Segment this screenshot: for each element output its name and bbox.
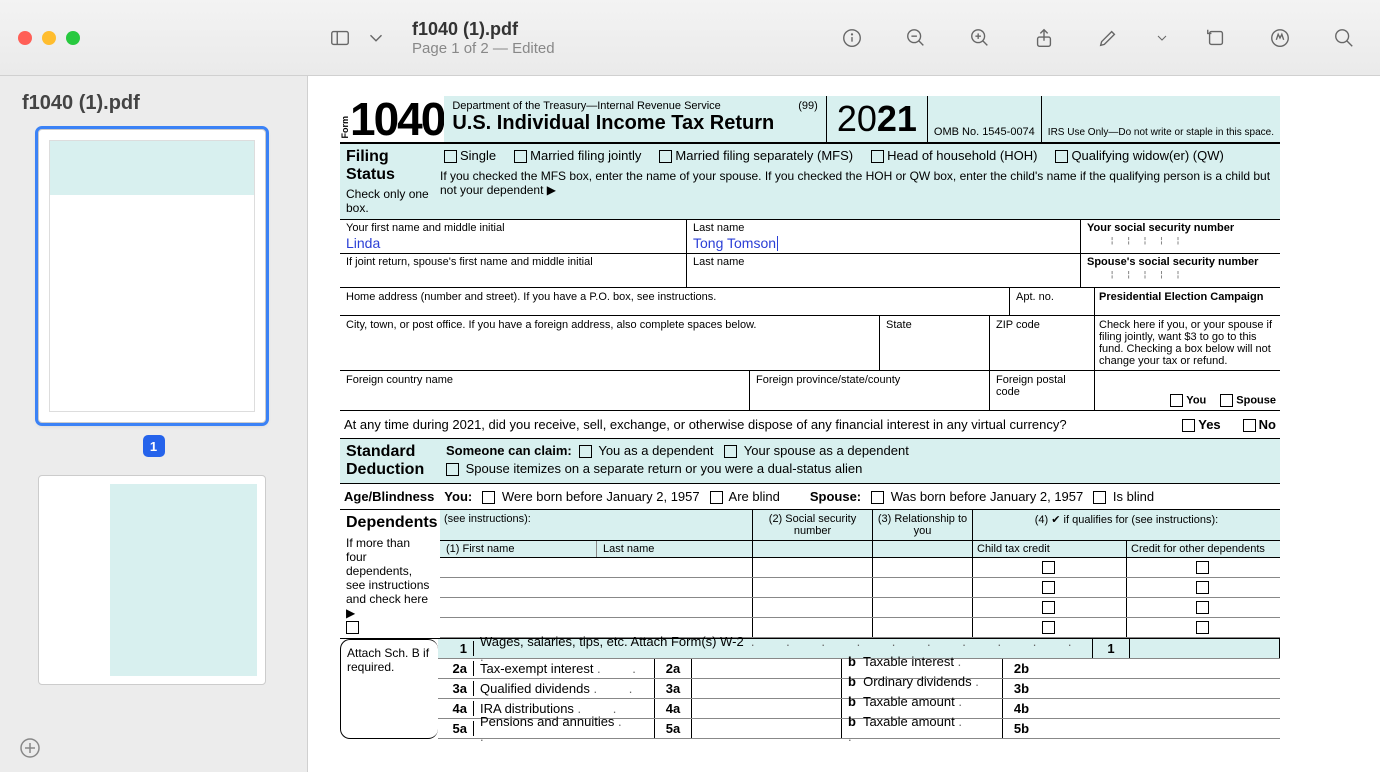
minimize-window-icon[interactable] <box>42 31 56 45</box>
checkbox-spouse-born[interactable] <box>871 491 884 504</box>
form-number: 1040 <box>350 96 444 142</box>
dependents-heading: Dependents <box>346 514 438 531</box>
zoom-out-icon[interactable] <box>898 20 934 56</box>
checkbox-you-blind[interactable] <box>710 491 723 504</box>
income-line-5a[interactable]: 5aPensions and annuities . .5ab Taxable … <box>438 719 1280 739</box>
filing-status-note: Check only one box. <box>346 187 434 215</box>
foreign-country-label[interactable]: Foreign country name <box>340 371 749 410</box>
checkbox-qw[interactable] <box>1055 150 1068 163</box>
page-number-badge: 1 <box>143 435 165 457</box>
spouse-ssn-label: Spouse's social security number <box>1087 256 1274 268</box>
city-label[interactable]: City, town, or post office. If you have … <box>340 316 879 370</box>
dep-col-rel: (3) Relationship to you <box>872 510 972 540</box>
checkbox-spouse-blind[interactable] <box>1093 491 1106 504</box>
page-thumbnail-2[interactable] <box>38 475 266 685</box>
last-name-label: Last name <box>693 222 1074 234</box>
zoom-in-icon[interactable] <box>962 20 998 56</box>
checkbox-vc-yes[interactable] <box>1182 419 1195 432</box>
checkbox-dep1-ctc[interactable] <box>1042 561 1055 574</box>
close-window-icon[interactable] <box>18 31 32 45</box>
checkbox-pec-you[interactable] <box>1170 394 1183 407</box>
pec-text: Check here if you, or your spouse if fil… <box>1094 316 1280 370</box>
state-label[interactable]: State <box>879 316 989 370</box>
checkbox-dep4-other[interactable] <box>1196 621 1209 634</box>
standard-deduction-heading: Standard Deduction <box>340 439 440 483</box>
sidebar-toggle-button[interactable] <box>322 20 358 56</box>
omb-number: OMB No. 1545-0074 <box>928 96 1042 142</box>
first-name-field[interactable]: Linda <box>346 234 680 251</box>
foreign-postal-label[interactable]: Foreign postal code <box>989 371 1094 410</box>
filing-status-heading: Filing Status <box>346 148 395 183</box>
tax-year: 2021 <box>826 96 928 142</box>
pec-heading: Presidential Election Campaign <box>1099 291 1263 303</box>
dependents-more: If more than four dependents, see instru… <box>346 536 434 620</box>
checkbox-itemize[interactable] <box>446 463 459 476</box>
titlebar: f1040 (1).pdf Page 1 of 2 — Edited <box>0 0 1380 76</box>
checkbox-you-dependent[interactable] <box>579 445 592 458</box>
checkbox-dep1-other[interactable] <box>1196 561 1209 574</box>
checkbox-dep2-ctc[interactable] <box>1042 581 1055 594</box>
document-subtitle: Page 1 of 2 — Edited <box>412 40 834 57</box>
fullscreen-window-icon[interactable] <box>66 31 80 45</box>
zip-label[interactable]: ZIP code <box>989 316 1094 370</box>
spouse-last-label: Last name <box>693 256 1074 268</box>
sidebar-title: f1040 (1).pdf <box>22 92 285 115</box>
checkbox-dep2-other[interactable] <box>1196 581 1209 594</box>
dep-col-ssn: (2) Social security number <box>752 510 872 540</box>
document-page[interactable]: Form 1040 Department of the Treasury—Int… <box>308 76 1380 772</box>
sidebar-dropdown-icon[interactable] <box>358 20 394 56</box>
highlight-icon[interactable] <box>1262 20 1298 56</box>
checkbox-more-dependents[interactable] <box>346 621 359 634</box>
page-thumbnail-1[interactable] <box>38 129 266 423</box>
spouse-first-label: If joint return, spouse's first name and… <box>346 256 680 268</box>
rotate-icon[interactable] <box>1198 20 1234 56</box>
first-name-label: Your first name and middle initial <box>346 222 680 234</box>
thumbnail-sidebar: f1040 (1).pdf 1 <box>0 76 308 772</box>
spouse-ssn-field[interactable]: ¦ ¦ ¦ ¦ ¦ <box>1087 268 1274 279</box>
add-page-icon[interactable] <box>18 736 42 760</box>
checkbox-dep3-ctc[interactable] <box>1042 601 1055 614</box>
form-label: Form <box>340 112 350 143</box>
dep-col-qual: (4) ✔ if qualifies for (see instructions… <box>972 510 1280 540</box>
dept-text: Department of the Treasury—Internal Reve… <box>452 100 720 112</box>
spouse-first-field[interactable] <box>346 268 680 285</box>
info-icon[interactable] <box>834 20 870 56</box>
dependent-row-3[interactable] <box>440 598 1280 618</box>
checkbox-mfj[interactable] <box>514 150 527 163</box>
checkbox-single[interactable] <box>444 150 457 163</box>
form-title: U.S. Individual Income Tax Return <box>452 112 817 135</box>
checkbox-vc-no[interactable] <box>1243 419 1256 432</box>
markup-dropdown-icon[interactable] <box>1154 20 1170 56</box>
foreign-province-label[interactable]: Foreign province/state/county <box>749 371 989 410</box>
ssn-field[interactable]: ¦ ¦ ¦ ¦ ¦ <box>1087 234 1274 245</box>
ssn-label: Your social security number <box>1087 222 1274 234</box>
filing-instruction: If you checked the MFS box, enter the na… <box>440 167 1280 201</box>
attach-note: Attach Sch. B if required. <box>340 639 438 739</box>
share-icon[interactable] <box>1026 20 1062 56</box>
virtual-currency-question: At any time during 2021, did you receive… <box>344 417 1067 432</box>
apt-label[interactable]: Apt. no. <box>1009 288 1094 315</box>
code-99: (99) <box>798 100 818 112</box>
home-address-label[interactable]: Home address (number and street). If you… <box>340 288 1009 315</box>
last-name-field[interactable]: Tong Tomson <box>693 234 1074 251</box>
age-blindness-heading: Age/Blindness <box>344 489 434 504</box>
dependent-row-1[interactable] <box>440 558 1280 578</box>
checkbox-mfs[interactable] <box>659 150 672 163</box>
search-icon[interactable] <box>1326 20 1362 56</box>
checkbox-dep3-other[interactable] <box>1196 601 1209 614</box>
checkbox-you-born[interactable] <box>482 491 495 504</box>
checkbox-spouse-dependent[interactable] <box>724 445 737 458</box>
markup-icon[interactable] <box>1090 20 1126 56</box>
dependent-row-2[interactable] <box>440 578 1280 598</box>
checkbox-dep4-ctc[interactable] <box>1042 621 1055 634</box>
checkbox-pec-spouse[interactable] <box>1220 394 1233 407</box>
irs-use-note: IRS Use Only—Do not write or staple in t… <box>1042 96 1280 142</box>
checkbox-hoh[interactable] <box>871 150 884 163</box>
document-title: f1040 (1).pdf <box>412 19 834 40</box>
